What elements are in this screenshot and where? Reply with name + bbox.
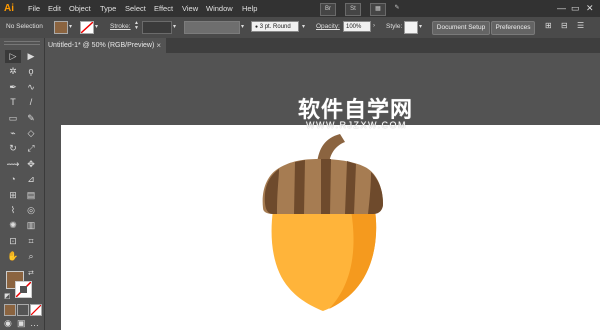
panel-menu-icon[interactable]: ☰ [577,21,584,30]
stroke-weight-dropdown-icon[interactable]: ▾ [173,23,176,30]
variable-width-profile[interactable] [184,21,240,34]
menu-bar: Ai File Edit Object Type Select Effect V… [0,0,600,17]
minimize-button[interactable]: — [557,2,566,14]
mesh-tool-icon[interactable]: ⊞ [5,189,21,202]
width-tool-icon[interactable]: ⟿ [5,158,21,171]
none-mode-button[interactable] [30,304,42,316]
zoom-tool-icon[interactable]: ⌕ [23,250,39,263]
puppet-warp-tool-icon[interactable]: ✥ [23,158,39,171]
selection-tool-icon[interactable]: ▷ [5,50,21,63]
align-icon[interactable]: ⊞ [545,21,552,30]
transform-icon[interactable]: ⊟ [561,21,568,30]
shaper-tool-icon[interactable]: ⌁ [5,127,21,140]
stroke-label[interactable]: Stroke: [110,22,131,32]
symbol-sprayer-tool-icon[interactable]: ✺ [5,219,21,232]
stroke-stepper[interactable]: ▲ ▼ [134,21,139,31]
direct-selection-tool-icon[interactable]: ▶ [23,50,39,63]
eyedropper-tool-icon[interactable]: ⌇ [5,204,21,217]
pen-settings-icon[interactable]: ✎ [390,3,404,14]
control-bar: No Selection ▾ ▾ Stroke: ▲ ▼ ▾ ▾ ● 3 pt. … [0,17,600,39]
style-label: Style: [386,23,403,30]
selection-status: No Selection [6,23,43,30]
menu-object[interactable]: Object [69,3,91,14]
opacity-arrow-icon[interactable]: › [373,23,375,29]
menu-help[interactable]: Help [242,3,257,14]
screen-mode-icon[interactable]: ▣ [17,318,26,329]
scale-tool-icon[interactable]: ⤢ [23,142,39,155]
opacity-value: 100% [346,24,362,30]
stock-button[interactable]: St [345,3,361,16]
swap-fill-stroke-icon[interactable]: ⇄ [28,269,34,277]
none-stroke-icon [81,22,93,33]
menu-file[interactable]: File [28,3,40,14]
perspective-tool-icon[interactable]: ⊿ [23,173,39,186]
draw-mode-icon[interactable]: ◉ [4,318,12,329]
eraser-tool-icon[interactable]: ◇ [23,127,39,140]
graphic-style-swatch[interactable] [404,21,418,34]
type-tool-icon[interactable]: T [5,96,21,109]
watermark-url: WWW.RJZXW.COM [306,120,407,130]
stroke-color-swatch[interactable] [80,21,94,34]
brush-dot-icon: ● [255,24,259,30]
shape-builder-tool-icon[interactable]: ◔ [5,173,21,186]
stroke-swatch[interactable] [15,281,32,298]
artboard-tool-icon[interactable]: ⊡ [5,235,21,248]
opacity-label[interactable]: Opacity: [316,22,340,32]
rotate-tool-icon[interactable]: ↻ [5,142,21,155]
brush-definition-value: 3 pt. Round [259,24,291,30]
style-dropdown-icon[interactable]: ▾ [419,23,422,30]
magic-wand-tool-icon[interactable]: ✲ [5,65,21,78]
menu-select[interactable]: Select [125,3,146,14]
acorn-artwork[interactable] [255,130,405,312]
edit-toolbar-icon[interactable]: … [30,318,39,328]
gradient-mode-button[interactable] [17,304,29,316]
tools-panel: ⇄ ◩ ◉ ▣ … ▷ ▶ ✲ ϙ ✒ ∿ T / ▭ ✎ ⌁ ◇ ↻ ⤢ ⟿ ✥ ◔ ⊿ ⊞ ▤ ⌇ ◎ ✺ ▥ ⊡ ⌗ ✋ ⌕ [0,38,45,330]
tab-close-button[interactable]: × [156,38,161,53]
fill-color-swatch[interactable] [54,21,68,34]
fill-dropdown-icon[interactable]: ▾ [69,23,72,30]
rectangle-tool-icon[interactable]: ▭ [5,112,21,125]
none-stroke-icon [15,281,32,298]
brush-definition-field[interactable]: ● 3 pt. Round [251,21,299,32]
profile-dropdown-icon[interactable]: ▾ [241,23,244,30]
document-tab-title: Untitled-1* @ 50% (RGB/Preview) [48,42,155,49]
menu-type[interactable]: Type [100,3,116,14]
slice-tool-icon[interactable]: ⌗ [23,235,39,248]
curvature-tool-icon[interactable]: ∿ [23,81,39,94]
brush-dropdown-icon[interactable]: ▾ [302,23,305,30]
preferences-button[interactable]: Preferences [491,21,535,35]
document-tab[interactable]: Untitled-1* @ 50% (RGB/Preview) × [44,38,166,53]
graph-tool-icon[interactable]: ▥ [23,219,39,232]
pen-tool-icon[interactable]: ✒ [5,81,21,94]
close-button[interactable]: ✕ [586,2,594,14]
stroke-weight-field[interactable] [142,21,172,34]
toolbar-grip[interactable] [4,41,40,45]
line-tool-icon[interactable]: / [23,96,39,109]
menu-edit[interactable]: Edit [48,3,61,14]
opacity-field[interactable]: 100% [343,21,371,32]
blend-tool-icon[interactable]: ◎ [23,204,39,217]
color-mode-button[interactable] [4,304,16,316]
paintbrush-tool-icon[interactable]: ✎ [23,112,39,125]
menu-window[interactable]: Window [206,3,233,14]
stroke-dropdown-icon[interactable]: ▾ [95,23,98,30]
hand-tool-icon[interactable]: ✋ [5,250,21,263]
document-setup-button[interactable]: Document Setup [432,21,490,35]
restore-button[interactable]: ▭ [571,2,580,14]
menu-effect[interactable]: Effect [154,3,173,14]
app-logo: Ai [4,3,14,14]
default-colors-icon[interactable]: ◩ [4,292,11,300]
lasso-tool-icon[interactable]: ϙ [23,65,39,78]
none-icon [30,304,42,316]
bridge-button[interactable]: Br [320,3,336,16]
menu-view[interactable]: View [182,3,198,14]
workspace-grid-button[interactable]: ▦ [370,3,386,16]
gradient-tool-icon[interactable]: ▤ [23,189,39,202]
